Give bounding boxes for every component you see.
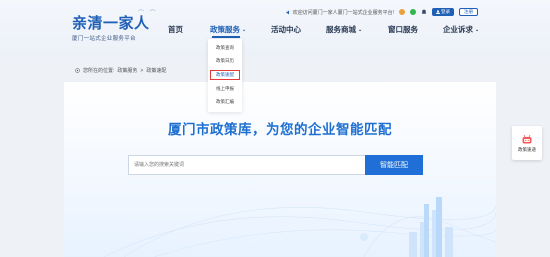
site-header: 亲清一家人 厦门一站式企业服务平台 ⌒ ⌒ 欢迎访问厦门一家人厦门一站式企业服务… [0, 0, 550, 57]
speaker-icon [286, 10, 289, 14]
birds-decoration: ⌒ ⌒ [138, 11, 158, 17]
breadcrumb-prefix: 您所在的位置: [83, 68, 115, 74]
policy-express-widget[interactable]: 政策速递 [512, 126, 542, 160]
smart-match-button[interactable]: 智能匹配 [365, 155, 423, 175]
breadcrumb-current: 政策速配 [146, 68, 167, 74]
dropdown-item-policy-match[interactable]: 政策速配 [210, 70, 240, 80]
nav-enterprise-appeals[interactable]: 企业诉求 ⌄ [443, 24, 479, 35]
nav-window-services-label: 窗口服务 [388, 25, 418, 34]
nav-activity-center[interactable]: 活动中心 [271, 24, 301, 35]
logo-title: 亲清一家人 [72, 14, 150, 32]
nav-service-mall[interactable]: 服务商城 ⌄ [326, 24, 362, 35]
bell-icon[interactable] [421, 9, 427, 15]
welcome-message: 欢迎访问厦门一家人厦门一站式企业服务平台! [286, 9, 394, 16]
wechat-icon[interactable] [410, 9, 416, 15]
search-input[interactable] [128, 155, 365, 175]
breadcrumb-policy-services[interactable]: 政策服务 [117, 67, 137, 74]
chevron-down-icon: ⌄ [475, 26, 480, 33]
policy-express-label: 政策速递 [518, 146, 536, 152]
nav-home[interactable]: 首页 [168, 24, 183, 35]
smart-match-label: 智能匹配 [380, 162, 408, 169]
welcome-text: 欢迎访问厦门一家人厦门一站式企业服务平台! [292, 9, 394, 16]
robot-icon [522, 134, 532, 143]
login-button[interactable]: 登录 [432, 8, 454, 16]
nav-active-indicator [212, 36, 240, 38]
chevron-down-icon: ⌄ [242, 26, 247, 33]
logo-subtitle: 厦门一站式企业服务平台 [72, 36, 136, 42]
policy-search-bar: 智能匹配 [128, 155, 423, 175]
dropdown-item-policy-calendar[interactable]: 政策日历 [210, 56, 240, 66]
top-bar: 欢迎访问厦门一家人厦门一站式企业服务平台! 登录 注册 [286, 7, 478, 17]
main-panel: 厦门市政策库，为您的企业智能匹配 智能匹配 [64, 82, 496, 257]
register-button[interactable]: 注册 [459, 8, 478, 16]
policy-services-dropdown: 政策查询 政策日历 政策速配 线上申报 政策汇编 [208, 39, 242, 112]
weibo-icon[interactable] [399, 9, 405, 15]
nav-policy-services-label: 政策服务 [210, 25, 240, 34]
nav-service-mall-label: 服务商城 [326, 25, 356, 34]
location-icon [75, 68, 80, 73]
breadcrumb-separator: > [140, 67, 144, 74]
dropdown-item-policy-query[interactable]: 政策查询 [210, 43, 240, 53]
login-label: 登录 [441, 9, 450, 14]
breadcrumb: 您所在的位置: 政策服务 > 政策速配 [75, 67, 166, 74]
nav-activity-center-label: 活动中心 [271, 25, 301, 34]
nav-home-label: 首页 [168, 25, 183, 34]
chevron-down-icon: ⌄ [358, 26, 363, 33]
user-icon [436, 10, 440, 14]
register-label: 注册 [464, 9, 473, 14]
nav-policy-services[interactable]: 政策服务 ⌄ [210, 24, 246, 35]
dropdown-item-policy-compilation[interactable]: 政策汇编 [210, 97, 240, 107]
nav-enterprise-appeals-label: 企业诉求 [443, 25, 473, 34]
page-headline: 厦门市政策库，为您的企业智能匹配 [168, 122, 392, 137]
nav-window-services[interactable]: 窗口服务 [388, 24, 418, 35]
dropdown-item-online-application[interactable]: 线上申报 [210, 84, 240, 94]
site-logo[interactable]: 亲清一家人 厦门一站式企业服务平台 [72, 15, 150, 42]
